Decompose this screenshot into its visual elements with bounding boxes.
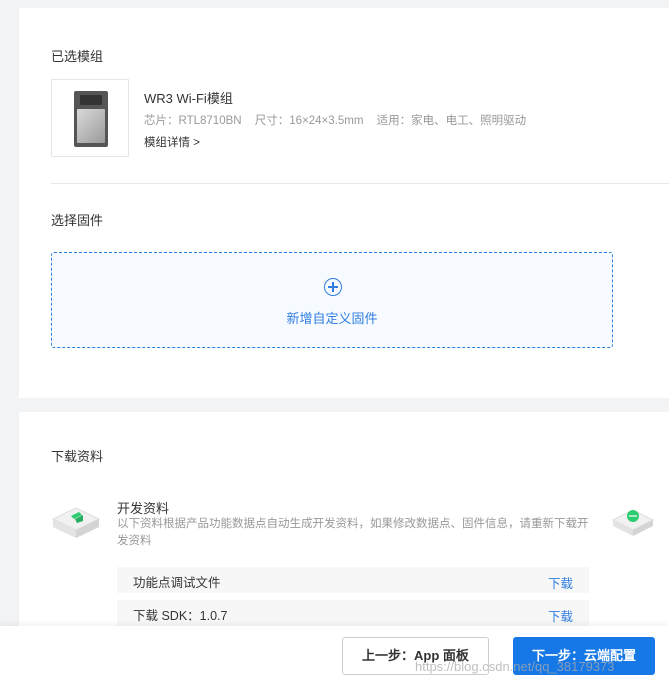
module-image	[51, 79, 129, 157]
footer-bar: 上一步：App 面板 下一步：云端配置	[0, 626, 669, 688]
selected-module-card: 已选模组 WR3 Wi-Fi模组 芯片：RTL8710BN 尺寸：16×24×3…	[19, 8, 669, 398]
module-chip-spec: 芯片：RTL8710BN	[144, 115, 242, 127]
add-firmware-label: 新增自定义固件	[286, 311, 378, 326]
dev-materials-title: 开发资料	[117, 501, 170, 516]
downloads-section-title: 下载资料	[51, 449, 104, 464]
dev-materials-desc: 以下资料根据产品功能数据点自动生成开发资料，如果修改数据点、固件信息，请重新下载…	[117, 518, 589, 547]
download-row-debug-file: 功能点调试文件 下载	[117, 567, 589, 593]
module-usage-spec: 适用：家电、电工、照明驱动	[376, 115, 527, 127]
watermark-text: https://blog.csdn.net/qq_38179373	[415, 659, 615, 674]
download-row-label: 功能点调试文件	[133, 576, 221, 590]
download-row-label: 下载 SDK：1.0.7	[133, 609, 228, 623]
module-name: WR3 Wi-Fi模组	[144, 91, 233, 106]
module-specs: 芯片：RTL8710BN 尺寸：16×24×3.5mm 适用：家电、电工、照明驱…	[144, 112, 536, 128]
section-divider	[51, 183, 669, 184]
module-size-spec: 尺寸：16×24×3.5mm	[254, 115, 364, 127]
module-details-link[interactable]: 模组详情 >	[144, 134, 200, 150]
download-debug-file-link[interactable]: 下载	[548, 573, 573, 592]
firmware-section-title: 选择固件	[51, 213, 104, 228]
sdk-package-icon	[611, 509, 655, 536]
dev-package-icon	[51, 507, 101, 538]
wifi-module-chip-icon	[74, 91, 108, 147]
module-info: WR3 Wi-Fi模组 芯片：RTL8710BN 尺寸：16×24×3.5mm …	[51, 79, 651, 159]
add-custom-firmware-button[interactable]: 新增自定义固件	[51, 252, 613, 348]
download-row-sdk: 下载 SDK：1.0.7 下载	[117, 600, 589, 626]
selected-module-title: 已选模组	[51, 49, 104, 64]
add-circle-icon	[324, 278, 342, 296]
download-sdk-link[interactable]: 下载	[548, 606, 573, 625]
